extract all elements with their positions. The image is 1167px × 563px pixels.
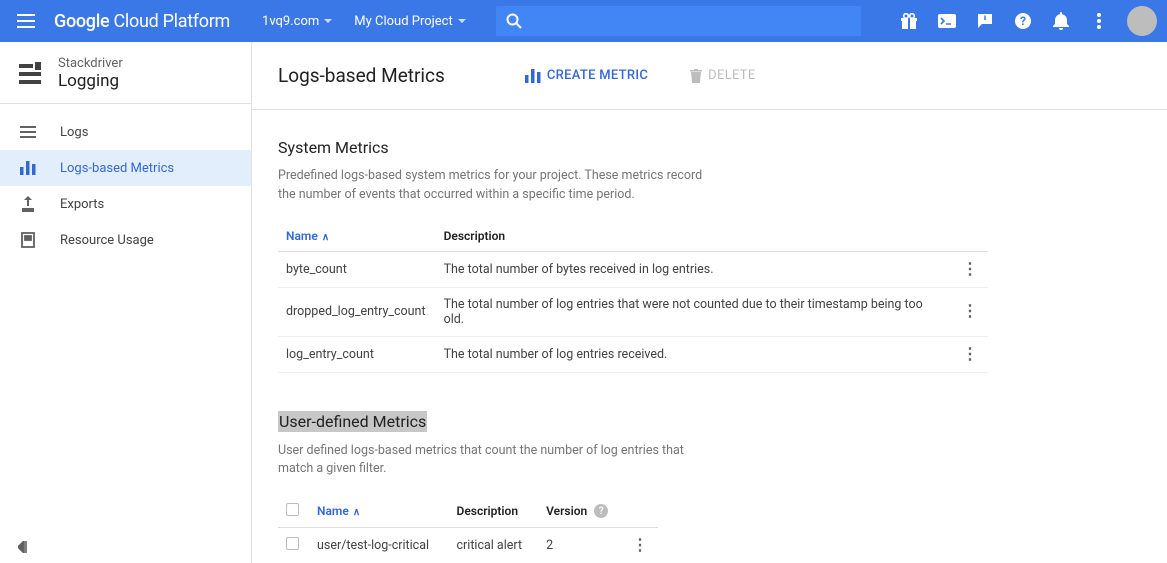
create-metric-button[interactable]: CREATE METRIC bbox=[525, 68, 648, 83]
export-icon bbox=[18, 194, 38, 214]
more-vert-icon[interactable]: ⋮ bbox=[962, 301, 978, 320]
user-metrics-title: User-defined Metrics bbox=[278, 411, 427, 432]
top-header: Google Cloud Platform 1vq9.com My Cloud … bbox=[0, 0, 1167, 42]
org-selector[interactable]: 1vq9.com bbox=[262, 14, 332, 29]
metric-name: log_entry_count bbox=[278, 336, 436, 372]
search-icon bbox=[506, 13, 522, 29]
help-icon[interactable]: ? bbox=[594, 504, 608, 518]
bar-chart-icon bbox=[525, 69, 541, 83]
more-vert-icon[interactable]: ⋮ bbox=[632, 535, 648, 554]
avatar[interactable] bbox=[1127, 6, 1157, 36]
more-vert-icon[interactable]: ⋮ bbox=[962, 259, 978, 278]
col-description[interactable]: Description bbox=[436, 221, 954, 252]
system-metrics-desc: Predefined logs-based system metrics for… bbox=[278, 167, 718, 205]
delete-label: DELETE bbox=[708, 68, 755, 83]
content-toolbar: Logs-based Metrics CREATE METRIC DELETE bbox=[252, 42, 1167, 110]
user-metrics-section: User-defined Metrics User defined logs-b… bbox=[252, 383, 1167, 563]
user-metrics-desc: User defined logs-based metrics that cou… bbox=[278, 442, 718, 480]
product-header[interactable]: Stackdriver Logging bbox=[0, 42, 251, 104]
metric-desc: critical alert bbox=[449, 528, 539, 563]
metric-name: dropped_log_entry_count bbox=[278, 287, 436, 336]
cloud-shell-icon[interactable] bbox=[937, 11, 957, 31]
chevron-down-icon bbox=[324, 19, 332, 24]
sidebar-item-label: Logs-based Metrics bbox=[60, 161, 174, 176]
col-version[interactable]: Version ? bbox=[538, 495, 624, 528]
sidebar-item-resource-usage[interactable]: Resource Usage bbox=[0, 222, 251, 258]
metric-desc: The total number of bytes received in lo… bbox=[436, 251, 954, 287]
sidebar-item-label: Logs bbox=[60, 125, 88, 140]
col-name[interactable]: Name∧ bbox=[309, 495, 449, 528]
sidebar-item-label: Resource Usage bbox=[60, 233, 154, 248]
sidebar-item-exports[interactable]: Exports bbox=[0, 186, 251, 222]
user-metrics-table: Name∧ Description Version ? user/test-lo… bbox=[278, 495, 658, 563]
collapse-sidebar-icon[interactable] bbox=[18, 541, 32, 553]
logging-product-icon bbox=[16, 60, 44, 88]
delete-button: DELETE bbox=[690, 68, 755, 83]
system-metrics-table: Name∧ Description byte_count The total n… bbox=[278, 221, 988, 373]
system-metrics-section: System Metrics Predefined logs-based sys… bbox=[252, 110, 1167, 383]
search-input[interactable] bbox=[530, 13, 851, 29]
hamburger-icon[interactable] bbox=[14, 9, 38, 33]
table-row: dropped_log_entry_count The total number… bbox=[278, 287, 988, 336]
sort-asc-icon: ∧ bbox=[322, 232, 329, 243]
col-name[interactable]: Name∧ bbox=[278, 221, 436, 252]
system-metrics-title: System Metrics bbox=[278, 138, 1141, 157]
chat-icon[interactable] bbox=[975, 11, 995, 31]
gift-icon[interactable] bbox=[899, 11, 919, 31]
sidebar-item-logs[interactable]: Logs bbox=[0, 114, 251, 150]
resource-icon bbox=[18, 230, 38, 250]
row-checkbox[interactable] bbox=[286, 537, 299, 550]
sidebar: Stackdriver Logging Logs Logs-based Metr… bbox=[0, 42, 252, 563]
table-row: log_entry_count The total number of log … bbox=[278, 336, 988, 372]
table-row: byte_count The total number of bytes rec… bbox=[278, 251, 988, 287]
more-vert-icon[interactable]: ⋮ bbox=[962, 344, 978, 363]
notifications-icon[interactable] bbox=[1051, 11, 1071, 31]
project-label: My Cloud Project bbox=[354, 14, 452, 29]
select-all-checkbox[interactable] bbox=[286, 503, 299, 516]
list-icon bbox=[18, 122, 38, 142]
product-main: Logging bbox=[58, 71, 123, 91]
metric-version: 2 bbox=[538, 528, 624, 563]
chevron-down-icon bbox=[458, 19, 466, 24]
more-vert-icon[interactable] bbox=[1089, 11, 1109, 31]
main-content: Logs-based Metrics CREATE METRIC DELETE … bbox=[252, 42, 1167, 563]
table-row: user/test-log-critical critical alert 2 … bbox=[278, 528, 658, 563]
sidebar-item-label: Exports bbox=[60, 197, 104, 212]
sidebar-item-logs-based-metrics[interactable]: Logs-based Metrics bbox=[0, 150, 251, 186]
metric-desc: The total number of log entries received… bbox=[436, 336, 954, 372]
page-title: Logs-based Metrics bbox=[278, 64, 445, 87]
metric-name: byte_count bbox=[278, 251, 436, 287]
project-selector[interactable]: My Cloud Project bbox=[354, 14, 465, 29]
product-sub: Stackdriver bbox=[58, 56, 123, 71]
col-description[interactable]: Description bbox=[449, 495, 539, 528]
bar-chart-icon bbox=[18, 158, 38, 178]
sort-asc-icon: ∧ bbox=[353, 507, 360, 518]
org-label: 1vq9.com bbox=[262, 14, 319, 29]
search-box[interactable] bbox=[496, 6, 861, 36]
create-metric-label: CREATE METRIC bbox=[547, 68, 648, 83]
trash-icon bbox=[690, 69, 702, 83]
help-icon[interactable]: ? bbox=[1013, 11, 1033, 31]
svg-text:?: ? bbox=[1020, 14, 1026, 28]
metric-name: user/test-log-critical bbox=[309, 528, 449, 563]
platform-logo[interactable]: Google Cloud Platform bbox=[54, 11, 230, 32]
metric-desc: The total number of log entries that wer… bbox=[436, 287, 954, 336]
